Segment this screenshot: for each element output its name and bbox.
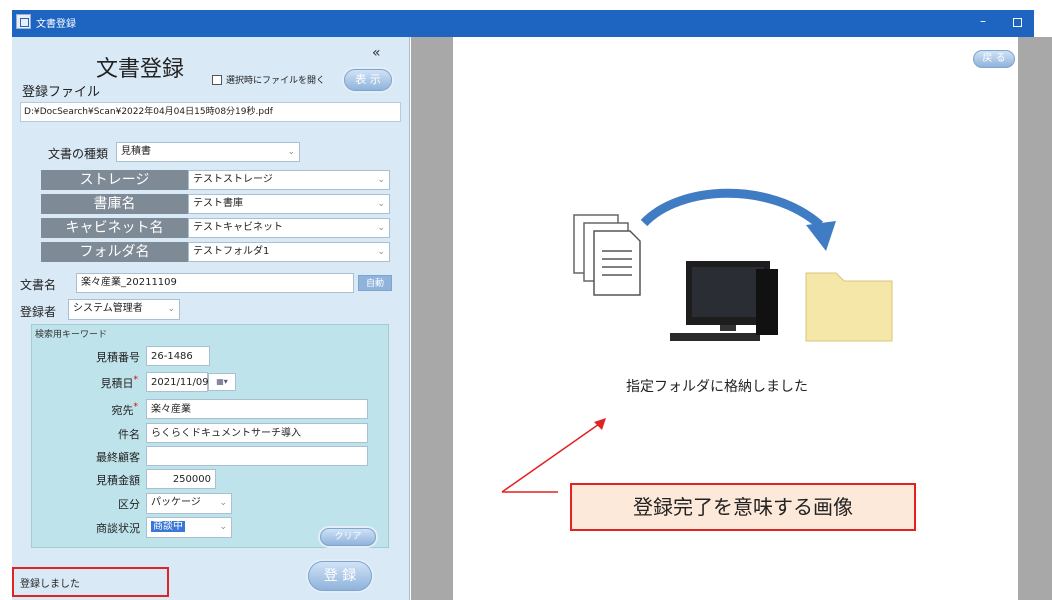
- register-button[interactable]: 登 録: [308, 561, 372, 591]
- category-label: 区分: [118, 498, 140, 511]
- stored-illustration: [573, 188, 893, 342]
- file-path-field[interactable]: D:¥DocSearch¥Scan¥2022年04月04日15時08分19秒.p…: [20, 102, 401, 122]
- chevron-down-icon: ⌄: [377, 199, 385, 209]
- cabinet-value: テストキャビネット: [193, 222, 283, 233]
- chevron-down-icon: ⌄: [167, 304, 175, 314]
- chevron-down-icon: ⌄: [219, 498, 227, 508]
- cabinet-select[interactable]: テストキャビネット ⌄: [188, 218, 390, 238]
- required-mark: *: [133, 402, 139, 412]
- estimate-no-input[interactable]: 26-1486: [146, 346, 210, 366]
- chevron-down-icon: ⌄: [377, 223, 385, 233]
- chevron-down-icon: ⌄: [287, 147, 295, 157]
- title-bar: 文書登録 –: [0, 0, 1052, 37]
- negotiation-select[interactable]: 商談中 ⌄: [146, 517, 232, 538]
- folder-select[interactable]: テストフォルダ1 ⌄: [188, 242, 390, 262]
- negotiation-value: 商談中: [151, 521, 185, 532]
- category-select[interactable]: パッケージ ⌄: [146, 493, 232, 514]
- preview-gutter-right: [1018, 37, 1052, 600]
- storage-select[interactable]: テストストレージ ⌄: [188, 170, 390, 190]
- registrant-value: システム管理者: [73, 303, 143, 314]
- chevron-down-icon: ⌄: [377, 175, 385, 185]
- calendar-icon[interactable]: ▦▾: [208, 373, 236, 391]
- registration-panel: « 文書登録 選択時にファイルを開く 表 示 登録ファイル D:¥DocSear…: [12, 37, 410, 600]
- clear-button[interactable]: クリア: [320, 528, 376, 546]
- registrant-label: 登録者: [20, 305, 57, 319]
- documents-icon: [573, 214, 641, 296]
- title-bar-strip: 文書登録 –: [12, 10, 1034, 37]
- open-on-select-checkbox[interactable]: [212, 75, 222, 85]
- estimate-date-label: 見積日*: [38, 375, 139, 391]
- final-customer-input[interactable]: [146, 446, 368, 466]
- estimate-date-input[interactable]: 2021/11/09: [146, 372, 209, 392]
- required-mark: *: [133, 375, 139, 385]
- registrant-select[interactable]: システム管理者 ⌄: [68, 299, 180, 320]
- recipient-label: 宛先*: [38, 402, 139, 418]
- chevron-down-icon: ⌄: [219, 522, 227, 532]
- window-title: 文書登録: [36, 19, 76, 30]
- doc-type-label: 文書の種類: [48, 147, 109, 161]
- estimate-no-label: 見積番号: [96, 351, 140, 364]
- storage-label: ストレージ: [41, 170, 188, 190]
- open-on-select-label: 選択時にファイルを開く: [226, 76, 326, 86]
- cabinet-label: キャビネット名: [41, 218, 188, 238]
- library-select[interactable]: テスト書庫 ⌄: [188, 194, 390, 214]
- back-button[interactable]: 戻 る: [973, 50, 1015, 68]
- subject-input[interactable]: らくらくドキュメントサーチ導入: [146, 423, 368, 443]
- amount-label: 見積金額: [96, 474, 140, 487]
- transfer-arrow: [640, 188, 836, 251]
- chevron-down-icon: ⌄: [377, 247, 385, 257]
- maximize-button[interactable]: [1013, 18, 1022, 27]
- folder-icon: [805, 272, 893, 342]
- status-message: 登録しました: [20, 579, 80, 590]
- keyword-section: 検索用キーワード 見積番号 26-1486 見積日* 2021/11/09 ▦▾…: [31, 324, 389, 548]
- doc-name-label: 文書名: [20, 278, 57, 292]
- stored-message: 指定フォルダに格納しました: [626, 379, 808, 395]
- recipient-input[interactable]: 楽々産業: [146, 399, 368, 419]
- subject-label: 件名: [118, 428, 140, 441]
- file-label: 登録ファイル: [22, 85, 101, 100]
- doc-type-value: 見積書: [121, 146, 151, 157]
- doc-name-input[interactable]: 楽々産業_20211109: [76, 273, 354, 293]
- computer-icon: [670, 261, 778, 341]
- recipient-label-text: 宛先: [111, 404, 134, 417]
- minimize-button[interactable]: –: [980, 14, 986, 28]
- folder-label: フォルダ名: [41, 242, 188, 262]
- library-value: テスト書庫: [193, 198, 243, 209]
- final-customer-label: 最終顧客: [96, 451, 140, 464]
- negotiation-label: 商談状況: [96, 522, 140, 535]
- page-title: 文書登録: [96, 57, 185, 82]
- app-icon: [16, 14, 31, 29]
- category-value: パッケージ: [151, 497, 201, 508]
- folder-value: テストフォルダ1: [193, 246, 270, 257]
- amount-input[interactable]: 250000: [146, 469, 216, 489]
- collapse-button[interactable]: «: [372, 45, 381, 61]
- estimate-date-label-text: 見積日: [100, 377, 134, 390]
- auto-button[interactable]: 自動: [358, 275, 392, 291]
- keyword-section-title: 検索用キーワード: [35, 330, 108, 340]
- preview-gutter-left: [411, 37, 453, 600]
- storage-value: テストストレージ: [193, 174, 273, 185]
- annotation-callout: 登録完了を意味する画像: [570, 483, 916, 531]
- show-button[interactable]: 表 示: [344, 69, 392, 91]
- doc-type-select[interactable]: 見積書 ⌄: [116, 142, 300, 162]
- library-label: 書庫名: [41, 194, 188, 214]
